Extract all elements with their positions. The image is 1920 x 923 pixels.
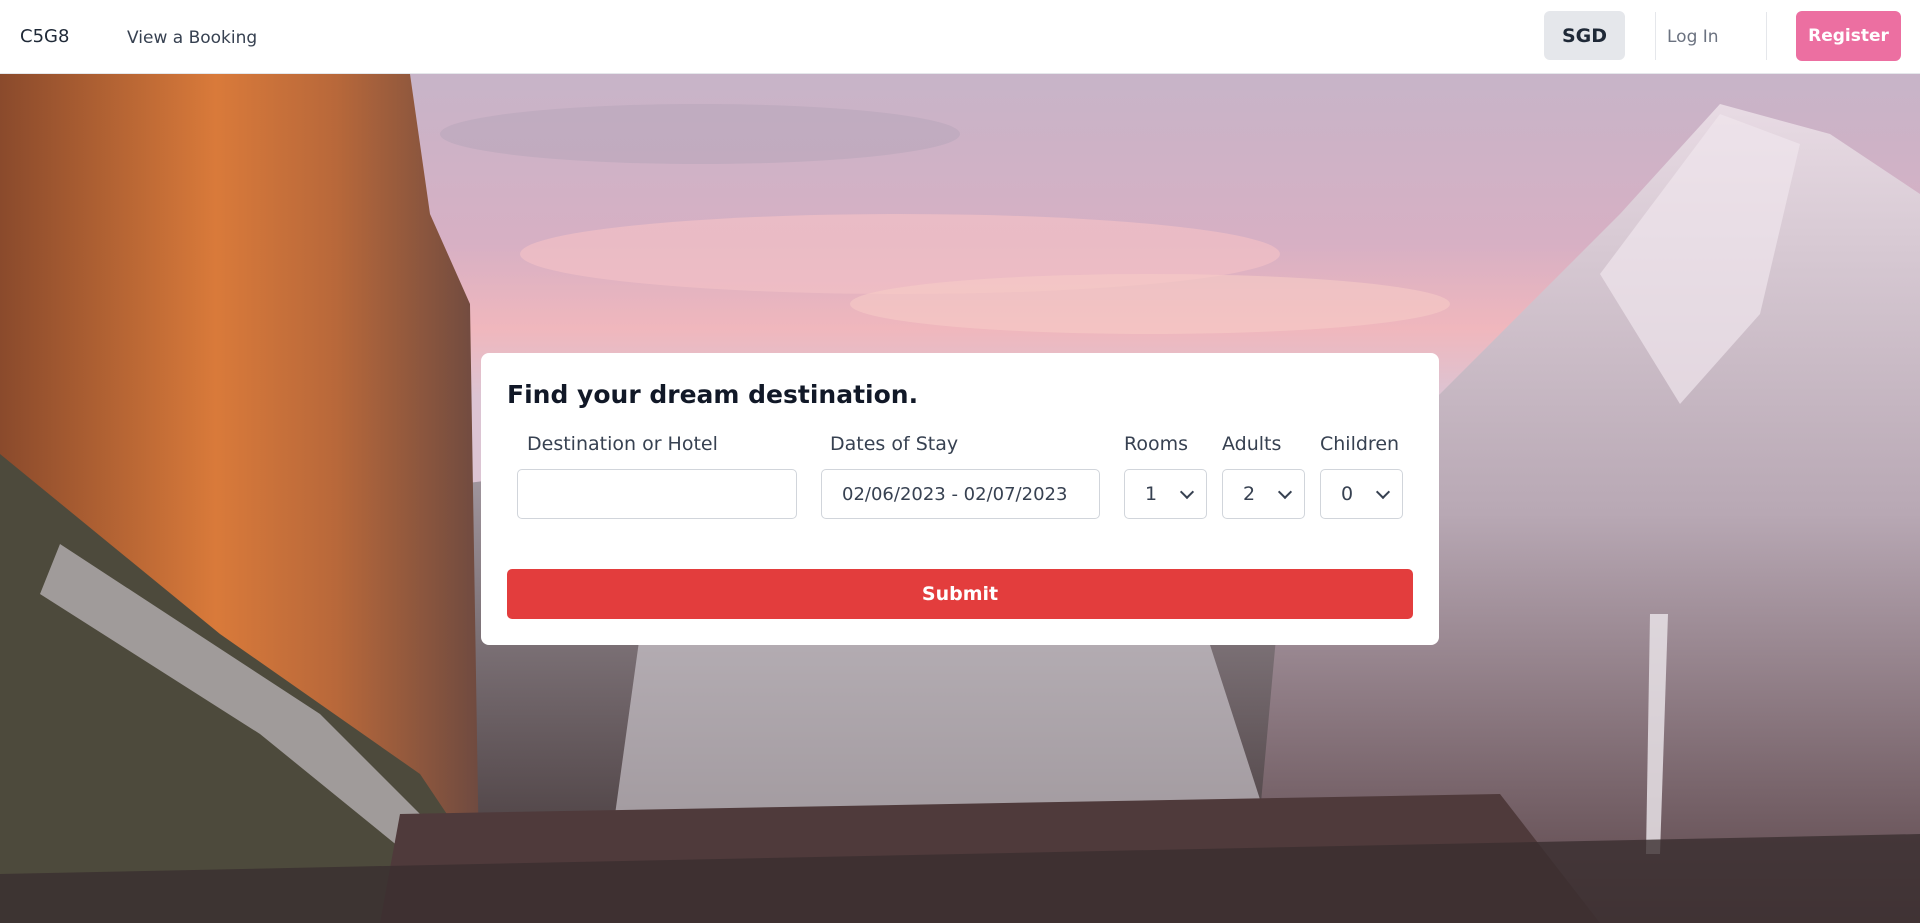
chevron-down-icon: [1375, 484, 1391, 499]
destination-input[interactable]: [517, 469, 797, 519]
submit-button[interactable]: Submit: [507, 569, 1413, 619]
rooms-select[interactable]: 1: [1124, 469, 1207, 519]
children-label: Children: [1320, 433, 1400, 455]
search-card: Find your dream destination. Destination…: [481, 353, 1439, 645]
dates-input[interactable]: 02/06/2023 - 02/07/2023: [821, 469, 1100, 519]
children-select[interactable]: 0: [1320, 469, 1403, 519]
rooms-value: 1: [1145, 483, 1158, 505]
rooms-label: Rooms: [1124, 433, 1189, 455]
currency-button[interactable]: SGD: [1544, 11, 1625, 60]
dates-label: Dates of Stay: [830, 433, 959, 455]
adults-value: 2: [1243, 483, 1256, 505]
search-title: Find your dream destination.: [507, 380, 919, 409]
view-booking-link[interactable]: View a Booking: [127, 28, 257, 48]
chevron-down-icon: [1179, 484, 1195, 499]
children-value: 0: [1341, 483, 1354, 505]
chevron-down-icon: [1277, 484, 1293, 499]
nav-divider: [1766, 12, 1767, 60]
destination-label: Destination or Hotel: [527, 433, 718, 455]
register-button[interactable]: Register: [1796, 11, 1901, 61]
adults-select[interactable]: 2: [1222, 469, 1305, 519]
brand-logo[interactable]: C5G8: [20, 26, 69, 47]
top-navbar: C5G8 View a Booking SGD Log In Register: [0, 0, 1920, 74]
adults-label: Adults: [1222, 433, 1282, 455]
login-button[interactable]: Log In: [1667, 27, 1719, 47]
nav-divider: [1655, 12, 1656, 60]
